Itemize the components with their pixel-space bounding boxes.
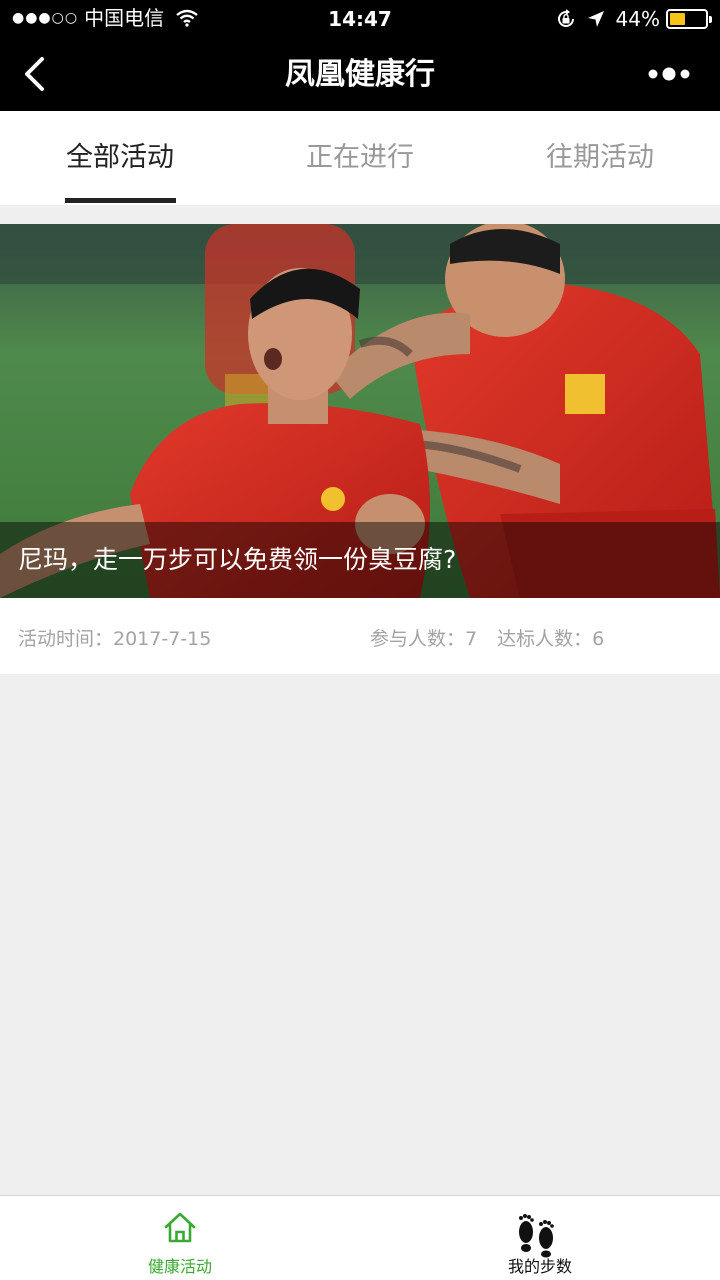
caption-overlay: 尼玛，走一万步可以免费领一份臭豆腐? — [0, 522, 720, 598]
tab-past-activities[interactable]: 往期活动 — [480, 111, 720, 205]
activity-card[interactable]: 尼玛，走一万步可以免费领一份臭豆腐? 活动时间：2017-7-15 参与人数：7… — [0, 224, 720, 674]
tab-all-activities[interactable]: 全部活动 — [0, 111, 240, 205]
tab-ongoing[interactable]: 正在进行 — [240, 111, 480, 205]
activity-image[interactable]: 尼玛，走一万步可以免费领一份臭豆腐? — [0, 224, 720, 598]
activity-stats: 参与人数：7 达标人数：6 — [370, 624, 618, 651]
tab-label: 健康活动 — [147, 1257, 212, 1276]
tab-label: 正在进行 — [306, 142, 414, 173]
tab-label: 全部活动 — [66, 142, 174, 173]
battery-icon — [666, 9, 712, 29]
tab-my-steps[interactable]: 我的步数 — [360, 1196, 720, 1280]
status-bar: ●●●○○ 中国电信 14:47 44% — [0, 0, 720, 38]
tab-health-activities[interactable]: 健康活动 — [0, 1196, 360, 1280]
battery-level-fill — [670, 13, 685, 25]
activity-date: 活动时间：2017-7-15 — [18, 628, 212, 650]
bottom-tab-bar: 健康活动 我的步数 — [0, 1195, 720, 1280]
activity-meta: 活动时间：2017-7-15 参与人数：7 达标人数：6 — [0, 598, 720, 674]
participants-count: 参与人数：7 — [370, 628, 478, 650]
activity-tabs: 全部活动 正在进行 往期活动 — [0, 111, 720, 205]
tab-label: 往期活动 — [546, 142, 654, 173]
active-tab-indicator — [65, 198, 176, 203]
page-title: 凤凰健康行 — [285, 57, 435, 92]
activity-title: 尼玛，走一万步可以免费领一份臭豆腐? — [18, 545, 457, 574]
more-icon[interactable] — [648, 66, 690, 82]
footprints-icon — [519, 1214, 554, 1258]
home-icon — [164, 1212, 196, 1243]
battery-percent: 44% — [615, 7, 660, 31]
achieved-count: 达标人数：6 — [497, 628, 605, 650]
tab-label: 我的步数 — [507, 1257, 572, 1276]
orientation-lock-icon — [557, 9, 574, 27]
location-arrow-icon — [587, 11, 604, 27]
status-right-group: 44% — [556, 7, 712, 31]
nav-bar: 凤凰健康行 — [0, 38, 720, 111]
